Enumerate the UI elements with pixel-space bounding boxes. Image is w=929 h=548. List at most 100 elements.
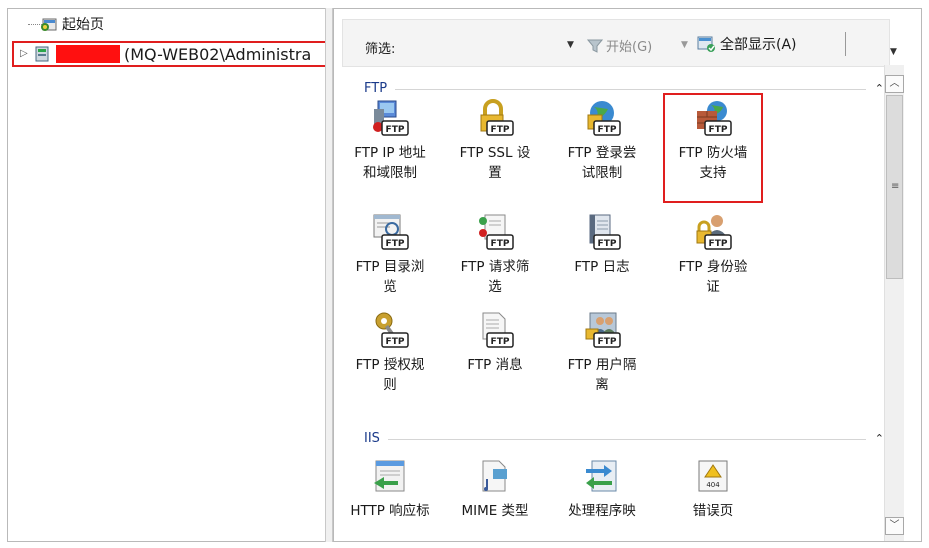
- feature-label-line1: FTP 身份验: [678, 259, 748, 275]
- ftp-authentication-icon: FTP: [696, 215, 732, 250]
- ftp-messages-icon: FTP: [482, 312, 514, 348]
- svg-text:FTP: FTP: [491, 125, 510, 135]
- feature-http-response-headers[interactable]: HTTP 响应标: [340, 457, 440, 521]
- feature-label-line1: FTP 防火墙: [678, 145, 748, 161]
- ftp-request-filtering-icon: FTP: [479, 214, 514, 250]
- feature-ftp-firewall-support[interactable]: FTP FTP 防火墙 支持: [663, 93, 763, 203]
- scroll-thumb[interactable]: ≡: [886, 95, 903, 279]
- feature-ftp-user-isolation[interactable]: FTP FTP 用户隔 离: [552, 311, 652, 395]
- toolbar-overflow-icon[interactable]: ▼: [890, 47, 897, 57]
- feature-label-line2: 则: [383, 377, 397, 393]
- start-dropdown-arrow-icon[interactable]: ▼: [681, 40, 688, 50]
- feature-label-line2: 离: [595, 377, 609, 393]
- feature-label-line2: 试限制: [581, 165, 623, 181]
- feature-label-line1: FTP 授权规: [355, 357, 425, 373]
- vertical-scrollbar[interactable]: ︿ ≡ ﹀: [884, 65, 904, 541]
- scroll-down-arrow-icon[interactable]: ﹀: [885, 517, 904, 535]
- filter-dropdown-arrow-icon[interactable]: ▼: [567, 40, 574, 50]
- redacted-server-name: [56, 45, 120, 63]
- group-divider: [387, 438, 866, 440]
- group-title-ftp: FTP: [364, 80, 388, 96]
- feature-label-line1: HTTP 响应标: [350, 503, 430, 519]
- handler-mappings-icon: [586, 460, 617, 492]
- feature-label-line1: FTP 用户隔: [567, 357, 637, 373]
- group-divider: [395, 88, 866, 90]
- feature-ftp-ip-restrictions[interactable]: FTP FTP IP 地址 和域限制: [340, 99, 440, 183]
- connections-tree: 起始页 ▷ (MQ-WEB02\Administra: [7, 8, 340, 542]
- ftp-directory-browsing-icon: FTP: [373, 214, 409, 250]
- ftp-ssl-lock-icon: FTP: [480, 99, 514, 136]
- feature-ftp-directory-browsing[interactable]: FTP FTP 目录浏 览: [340, 213, 440, 297]
- svg-text:FTP: FTP: [598, 239, 617, 249]
- feature-label-line1: FTP 日志: [574, 259, 630, 275]
- ftp-ip-restrictions-icon: FTP: [373, 100, 409, 136]
- start-filter-button[interactable]: 开始(G): [587, 36, 652, 55]
- feature-ftp-request-filtering[interactable]: FTP FTP 请求筛 选: [445, 213, 545, 297]
- mime-types-icon: [482, 460, 507, 492]
- svg-text:FTP: FTP: [709, 239, 728, 249]
- feature-ftp-ssl-settings[interactable]: FTP FTP SSL 设 置: [445, 99, 545, 183]
- feature-label-line1: MIME 类型: [461, 503, 529, 519]
- ftp-logging-icon: FTP: [589, 214, 621, 250]
- expand-arrow-icon[interactable]: ▷: [20, 49, 30, 59]
- collapse-ftp-icon[interactable]: ⌃: [870, 82, 884, 95]
- feature-label-line1: FTP IP 地址: [354, 145, 426, 161]
- svg-text:FTP: FTP: [491, 337, 510, 347]
- tree-node-start-page[interactable]: 起始页: [28, 13, 104, 35]
- group-header-ftp[interactable]: FTP ⌃: [364, 77, 884, 99]
- start-page-icon: [41, 18, 57, 31]
- feature-label-line2: 和域限制: [363, 165, 417, 181]
- feature-label-line2: 置: [488, 165, 502, 181]
- feature-ftp-authentication[interactable]: FTP FTP 身份验 证: [663, 213, 763, 297]
- feature-label-line1: 错误页: [692, 503, 734, 519]
- feature-label-line1: FTP 消息: [467, 357, 523, 373]
- feature-label-line1: FTP SSL 设: [459, 145, 531, 161]
- filter-label: 筛选:: [365, 42, 396, 57]
- svg-text:FTP: FTP: [386, 337, 405, 347]
- svg-text:FTP: FTP: [491, 239, 510, 249]
- pane-splitter[interactable]: [325, 8, 333, 542]
- group-header-iis[interactable]: IIS ⌃: [364, 427, 884, 449]
- show-all-button[interactable]: 全部显示(A): [697, 34, 797, 54]
- feature-label-line1: FTP 请求筛: [460, 259, 530, 275]
- svg-text:404: 404: [706, 481, 720, 489]
- scroll-up-arrow-icon[interactable]: ︿: [885, 75, 904, 93]
- ftp-logon-attempt-icon: FTP: [587, 101, 621, 136]
- feature-mime-types[interactable]: MIME 类型: [445, 457, 545, 521]
- show-all-icon: [697, 36, 715, 52]
- feature-ftp-logging[interactable]: FTP FTP 日志: [552, 213, 652, 277]
- feature-label-line1: FTP 登录尝: [567, 145, 637, 161]
- filter-toolbar: 筛选: ▼ 开始(G) ▼ 全部显示(A): [342, 19, 890, 67]
- features-view: 筛选: ▼ 开始(G) ▼ 全部显示(A) ▼ FTP ⌃ FTP FTP IP…: [333, 8, 922, 542]
- collapse-iis-icon[interactable]: ⌃: [870, 432, 884, 445]
- svg-text:FTP: FTP: [598, 337, 617, 347]
- feature-ftp-authorization-rules[interactable]: FTP FTP 授权规 则: [340, 311, 440, 395]
- svg-text:FTP: FTP: [709, 125, 728, 135]
- feature-label-line2: 支持: [699, 165, 727, 181]
- toolbar-separator: [845, 32, 846, 56]
- start-page-label: 起始页: [62, 17, 104, 33]
- feature-ftp-messages[interactable]: FTP FTP 消息: [445, 311, 545, 375]
- feature-label-line1: 处理程序映: [568, 503, 636, 519]
- tree-connector: [28, 24, 42, 25]
- group-title-iis: IIS: [364, 430, 380, 446]
- tree-node-server[interactable]: ▷ (MQ-WEB02\Administra: [12, 41, 340, 67]
- show-all-label: 全部显示(A): [720, 37, 797, 53]
- feature-handler-mappings[interactable]: 处理程序映: [552, 457, 652, 521]
- ftp-user-isolation-icon: FTP: [585, 312, 621, 348]
- feature-label-line2: 览: [383, 279, 397, 295]
- feature-label-line2: 选: [488, 279, 502, 295]
- feature-error-pages[interactable]: 404 错误页: [663, 457, 763, 521]
- grip-icon: ≡: [891, 181, 900, 192]
- feature-label-line1: FTP 目录浏: [355, 259, 425, 275]
- feature-label-line2: 证: [706, 279, 720, 295]
- feature-ftp-logon-attempt[interactable]: FTP FTP 登录尝 试限制: [552, 99, 652, 183]
- server-label: (MQ-WEB02\Administra: [124, 44, 312, 64]
- funnel-icon: [587, 39, 603, 53]
- error-pages-icon: 404: [698, 460, 728, 492]
- http-response-headers-icon: [374, 460, 405, 492]
- start-filter-label: 开始(G): [606, 40, 653, 55]
- ftp-authorization-key-icon: FTP: [375, 312, 409, 348]
- svg-text:FTP: FTP: [386, 125, 405, 135]
- svg-text:FTP: FTP: [386, 239, 405, 249]
